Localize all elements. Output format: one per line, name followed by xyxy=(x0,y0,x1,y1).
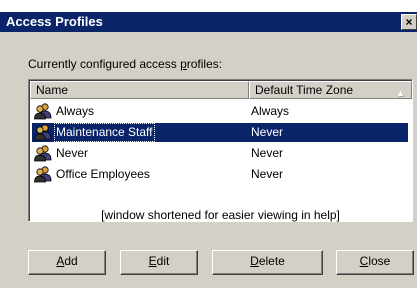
edit-rest: dit xyxy=(156,254,170,268)
delete-accel: D xyxy=(250,254,259,268)
caption-suffix: rofiles: xyxy=(186,57,223,71)
add-rest: dd xyxy=(64,254,78,268)
window-title: Access Profiles xyxy=(6,14,103,29)
profiles-caption: Currently configured access profiles: xyxy=(28,57,222,71)
list-note-area: [window shortened for easier viewing in … xyxy=(28,79,413,222)
edit-button[interactable]: Edit xyxy=(120,250,198,275)
close-icon[interactable]: × xyxy=(401,14,417,30)
caption-prefix: Currently configured access xyxy=(28,57,181,71)
title-bar[interactable]: Access Profiles × xyxy=(0,12,417,32)
caption-accel: p xyxy=(180,57,187,71)
top-margin xyxy=(0,0,417,12)
add-button[interactable]: Add xyxy=(28,250,106,275)
delete-button[interactable]: Delete xyxy=(212,250,323,275)
list-note: [window shortened for easier viewing in … xyxy=(101,208,340,222)
edit-accel: E xyxy=(148,254,157,268)
close-rest: lose xyxy=(368,254,391,268)
close-button[interactable]: Close xyxy=(336,250,414,275)
delete-rest: elete xyxy=(258,254,285,268)
